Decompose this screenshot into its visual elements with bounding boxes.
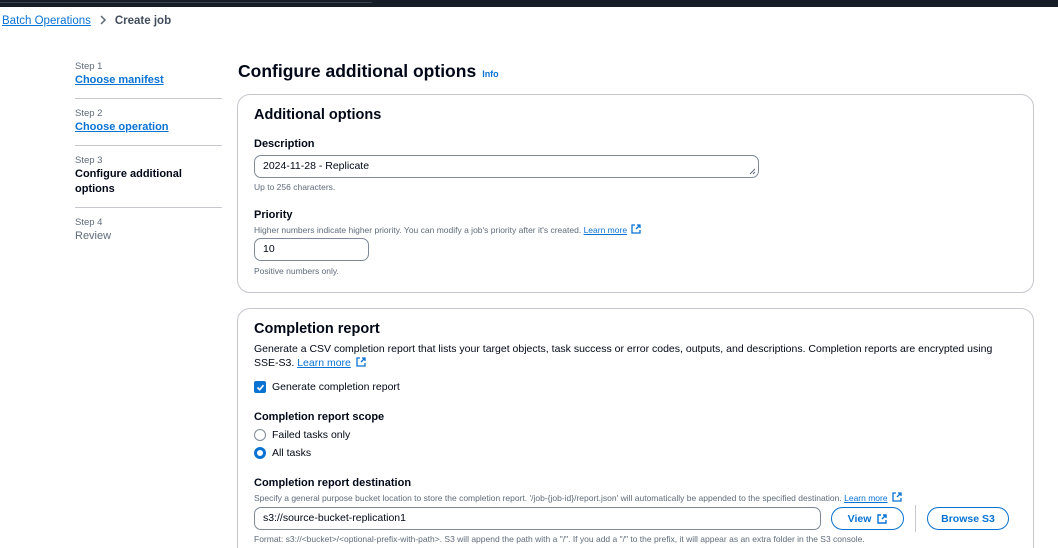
priority-hint: Positive numbers only. — [254, 266, 339, 276]
step-link-choose-operation[interactable]: Choose operation — [75, 120, 222, 135]
step-4: Step 4 Review — [75, 217, 222, 254]
step-number: Step 1 — [75, 61, 103, 72]
button-divider — [915, 505, 916, 532]
breadcrumb-current: Create job — [114, 15, 172, 27]
info-link[interactable]: Info — [482, 69, 499, 79]
priority-learn-more-link[interactable]: Learn more — [584, 225, 627, 235]
external-link-icon — [892, 492, 902, 502]
page-title: Configure additional options — [238, 61, 477, 81]
external-link-icon — [631, 224, 642, 234]
priority-value: 10 — [263, 243, 275, 255]
view-button[interactable]: View — [831, 507, 904, 530]
description-hint: Up to 256 characters. — [254, 182, 336, 192]
generate-report-checkbox-row[interactable]: Generate completion report — [254, 381, 400, 393]
format-hint: Format: s3://<bucket>/<optional-prefix-w… — [254, 534, 865, 544]
resize-grip-icon[interactable] — [749, 168, 756, 175]
scope-option-label: Failed tasks only — [272, 429, 351, 441]
breadcrumb-batch-operations[interactable]: Batch Operations — [2, 15, 91, 27]
completion-learn-more-link[interactable]: Learn more — [297, 357, 351, 369]
view-button-label: View — [847, 512, 872, 525]
destination-label: Completion report destination — [254, 477, 412, 489]
step-1: Step 1 Choose manifest — [75, 61, 222, 99]
additional-options-title: Additional options — [254, 107, 382, 123]
completion-report-description: Generate a CSV completion report that li… — [254, 342, 1014, 370]
destination-learn-more-link[interactable]: Learn more — [844, 493, 887, 503]
step-number: Step 3 — [75, 155, 103, 166]
priority-desc-text: Higher numbers indicate higher priority.… — [254, 225, 582, 235]
step-review: Review — [75, 230, 112, 242]
external-link-icon — [877, 513, 888, 524]
top-navigation-bar — [0, 0, 1058, 7]
description-textarea[interactable]: 2024-11-28 - Replicate — [254, 155, 759, 178]
step-current-configure-options: Configure additional options — [75, 168, 182, 195]
browse-s3-label: Browse S3 — [941, 512, 995, 525]
external-link-icon — [356, 357, 366, 367]
priority-label: Priority — [254, 209, 293, 221]
priority-description: Higher numbers indicate higher priority.… — [254, 224, 642, 235]
checkbox-checked-icon[interactable] — [254, 381, 266, 393]
page-heading: Configure additional options Info — [238, 61, 499, 82]
generate-report-label: Generate completion report — [272, 381, 400, 393]
completion-desc-line1: Generate a CSV completion report that li… — [254, 343, 993, 355]
destination-desc-text: Specify a general purpose bucket locatio… — [254, 493, 842, 503]
step-2: Step 2 Choose operation — [75, 108, 222, 146]
step-number: Step 2 — [75, 108, 103, 119]
browse-s3-button[interactable]: Browse S3 — [927, 507, 1009, 530]
radio-selected-icon[interactable] — [254, 447, 266, 459]
wizard-steps: Step 1 Choose manifest Step 2 Choose ope… — [75, 61, 222, 263]
step-number: Step 4 — [75, 217, 103, 228]
completion-report-title: Completion report — [254, 321, 380, 337]
browser-tab-edge — [0, 0, 372, 3]
destination-value: s3://source-bucket-replication1 — [263, 512, 406, 524]
completion-desc-line2: SSE-S3. — [254, 357, 295, 369]
scope-option-label: All tasks — [272, 447, 312, 459]
description-label: Description — [254, 138, 315, 150]
scope-option-failed[interactable]: Failed tasks only — [254, 429, 350, 441]
destination-input[interactable]: s3://source-bucket-replication1 — [254, 507, 821, 530]
radio-unselected-icon[interactable] — [254, 429, 266, 441]
completion-report-panel: Completion report Generate a CSV complet… — [237, 308, 1034, 548]
destination-description: Specify a general purpose bucket locatio… — [254, 492, 902, 503]
step-3: Step 3 Configure additional options — [75, 155, 222, 208]
chevron-right-icon — [99, 14, 107, 28]
additional-options-panel: Additional options Description 2024-11-2… — [237, 94, 1034, 293]
scope-option-all[interactable]: All tasks — [254, 447, 311, 459]
priority-input[interactable]: 10 — [254, 238, 369, 261]
step-link-choose-manifest[interactable]: Choose manifest — [75, 73, 222, 88]
breadcrumb: Batch Operations Create job — [2, 14, 171, 28]
scope-label: Completion report scope — [254, 411, 385, 423]
description-value: 2024-11-28 - Replicate — [263, 160, 370, 172]
